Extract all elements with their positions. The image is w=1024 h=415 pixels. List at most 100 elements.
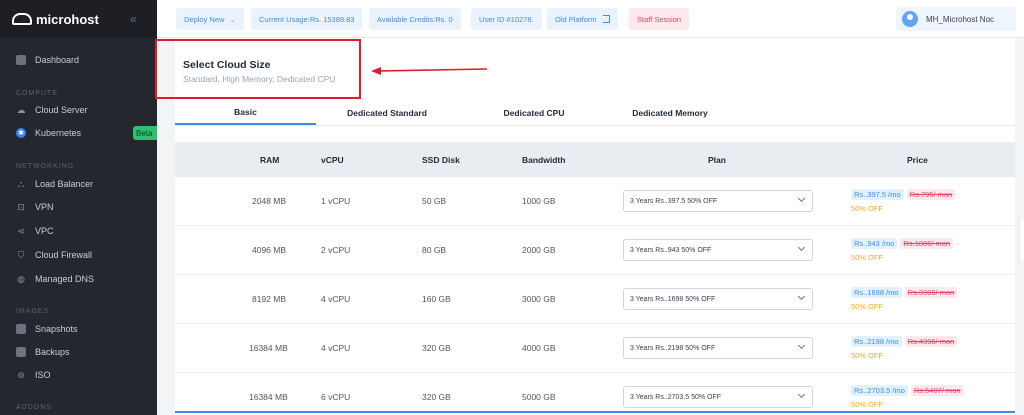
sidebar-item-managed-dns[interactable]: ◍ Managed DNS xyxy=(0,268,157,290)
user-name: MH_Microhost Noc xyxy=(926,14,995,24)
logo[interactable]: microhost xyxy=(12,12,99,27)
sidebar-item-load-balancer[interactable]: ⛬ Load Balancer xyxy=(0,173,157,195)
scroll-handle[interactable] xyxy=(1019,220,1024,260)
plan-card: Select Cloud Size Standard, High Memory,… xyxy=(155,38,1015,415)
plan-select-value: 3 Years Rs..397.5 50% OFF xyxy=(630,197,718,205)
chevron-down-icon: ⌄ xyxy=(229,14,236,24)
old-platform-button[interactable]: Old Platform xyxy=(547,8,618,30)
user-menu[interactable]: MH_Microhost Noc xyxy=(896,7,1016,31)
column-header-bandwidth: Bandwidth xyxy=(522,154,566,165)
sidebar-item-backups[interactable]: Backups xyxy=(0,341,157,363)
beta-badge: Beta xyxy=(133,126,157,140)
bandwidth-cell: 4000 GB xyxy=(522,343,556,353)
exit-icon xyxy=(602,15,610,23)
discount-label: 50% OFF xyxy=(851,302,884,311)
plan-select[interactable]: 3 Years Rs..1698 50% OFF xyxy=(623,288,813,310)
bandwidth-cell: 1000 GB xyxy=(522,196,556,206)
plan-select[interactable]: 3 Years Rs..943 50% OFF xyxy=(623,239,813,261)
tab-dedicated-standard[interactable]: Dedicated Standard xyxy=(316,100,458,125)
sidebar-item-label: ISO xyxy=(35,370,51,380)
chevron-down-icon xyxy=(797,243,806,252)
column-header-price: Price xyxy=(907,154,928,165)
sidebar-item-cloud-firewall[interactable]: ⛉ Cloud Firewall xyxy=(0,244,157,266)
sidebar-item-vpc[interactable]: ⋖ VPC xyxy=(0,220,157,242)
discount-label: 50% OFF xyxy=(851,400,884,409)
table-row[interactable]: 4096 MB 2 vCPU 80 GB 2000 GB 3 Years Rs.… xyxy=(175,226,1015,275)
sidebar-item-label: Cloud Firewall xyxy=(35,250,93,260)
table-row[interactable]: 16384 MB 4 vCPU 320 GB 4000 GB 3 Years R… xyxy=(175,324,1015,373)
disk-cell: 80 GB xyxy=(422,245,447,255)
price-cell: Rs..943 /mo Rs.1886/ mon 50% OFF xyxy=(851,238,954,262)
column-header-ram: RAM xyxy=(260,154,280,165)
sidebar-item-vpn[interactable]: ⊡ VPN xyxy=(0,196,157,218)
price-old: Rs.795/ mon xyxy=(906,189,956,200)
sidebar-item-label: VPN xyxy=(35,202,54,212)
price-cell: Rs..397.5 /mo Rs.795/ mon 50% OFF xyxy=(851,189,956,213)
sidebar-item-label: Load Balancer xyxy=(35,179,94,189)
deploy-new-dropdown[interactable]: Deploy New ⌄ xyxy=(176,8,244,30)
collapse-sidebar-icon[interactable]: « xyxy=(130,12,137,26)
ram-cell: 16384 MB xyxy=(249,392,288,402)
bandwidth-cell: 2000 GB xyxy=(522,245,556,255)
user-id: User ID #10278. xyxy=(471,8,542,30)
disk-cell: 320 GB xyxy=(422,343,451,353)
old-platform-label: Old Platform xyxy=(555,14,597,24)
sidebar-item-dashboard[interactable]: Dashboard xyxy=(0,49,157,71)
tab-basic[interactable]: Basic xyxy=(175,100,316,125)
sidebar-item-label: VPC xyxy=(35,226,54,236)
plan-select[interactable]: 3 Years Rs..2703.5 50% OFF xyxy=(623,386,813,408)
avatar xyxy=(902,11,918,27)
plan-select-value: 3 Years Rs..943 50% OFF xyxy=(630,246,712,254)
ram-cell: 2048 MB xyxy=(252,196,287,206)
table-row[interactable]: 2048 MB 1 vCPU 50 GB 1000 GB 3 Years Rs.… xyxy=(175,177,1015,226)
vcpu-cell: 4 vCPU xyxy=(321,343,351,353)
plan-select-value: 3 Years Rs..2198 50% OFF xyxy=(630,344,716,352)
bandwidth-cell: 5000 GB xyxy=(522,392,556,402)
cloud-icon: ☁ xyxy=(16,104,26,115)
price-now: Rs..2703.5 /mo xyxy=(851,385,908,396)
chevron-down-icon xyxy=(797,341,806,350)
chevron-down-icon xyxy=(797,292,806,301)
disk-cell: 160 GB xyxy=(422,294,451,304)
tab-dedicated-memory[interactable]: Dedicated Memory xyxy=(605,100,735,125)
firewall-icon: ⛉ xyxy=(17,249,25,260)
annotation-arrow-icon xyxy=(371,67,488,75)
discount-label: 50% OFF xyxy=(851,253,884,262)
sidebar-item-label: Cloud Server xyxy=(35,105,88,115)
sidebar-item-iso[interactable]: ⊚ ISO xyxy=(0,364,157,386)
price-cell: Rs..2703.5 /mo Rs.5407/ mon 50% OFF xyxy=(851,385,964,409)
vcpu-cell: 1 vCPU xyxy=(321,196,351,206)
sidebar: microhost « Dashboard COMPUTE ☁ Cloud Se… xyxy=(0,0,157,415)
ram-cell: 4096 MB xyxy=(252,245,287,255)
vcpu-cell: 2 vCPU xyxy=(321,245,351,255)
sidebar-item-cloud-server[interactable]: ☁ Cloud Server xyxy=(0,99,157,121)
table-bottom-border xyxy=(175,411,1015,413)
lock-icon: ⊡ xyxy=(17,201,25,212)
tab-dedicated-cpu[interactable]: Dedicated CPU xyxy=(475,100,593,125)
ram-cell: 8192 MB xyxy=(252,294,287,304)
price-cell: Rs..2198 /mo Rs.4396/ mon 50% OFF xyxy=(851,336,958,360)
price-now: Rs..1698 /mo xyxy=(851,287,902,298)
column-header-vcpu: vCPU xyxy=(321,154,344,165)
cloud-logo-icon xyxy=(12,13,32,25)
ram-cell: 16384 MB xyxy=(249,343,288,353)
table-row[interactable]: 16384 MB 6 vCPU 320 GB 5000 GB 3 Years R… xyxy=(175,373,1015,415)
price-old: Rs.1886/ mon xyxy=(900,238,954,249)
disc-icon: ⊚ xyxy=(17,369,25,380)
available-credits: Available Credits:Rs. 0 xyxy=(369,8,461,30)
sidebar-item-label: Dashboard xyxy=(35,55,80,65)
deploy-new-label: Deploy New xyxy=(184,14,225,24)
plan-select[interactable]: 3 Years Rs..397.5 50% OFF xyxy=(623,190,813,212)
plan-tabs: Basic Dedicated Standard Dedicated CPU D… xyxy=(175,100,1015,126)
page-subtitle: Standard, High Memory, Dedicated CPU xyxy=(183,74,336,84)
table-row[interactable]: 8192 MB 4 vCPU 160 GB 3000 GB 3 Years Rs… xyxy=(175,275,1015,324)
disk-cell: 320 GB xyxy=(422,392,451,402)
price-old: Rs.3396/ mon xyxy=(904,287,958,298)
price-now: Rs..397.5 /mo xyxy=(851,189,904,200)
current-usage: Current Usage:Rs. 15389.83 xyxy=(251,8,363,30)
sidebar-item-snapshots[interactable]: Snapshots xyxy=(0,318,157,340)
staff-session-badge: Staff Session xyxy=(629,8,690,30)
table-header: RAM vCPU SSD Disk Bandwidth Plan Price xyxy=(175,142,1015,177)
plan-select[interactable]: 3 Years Rs..2198 50% OFF xyxy=(623,337,813,359)
discount-label: 50% OFF xyxy=(851,351,884,360)
